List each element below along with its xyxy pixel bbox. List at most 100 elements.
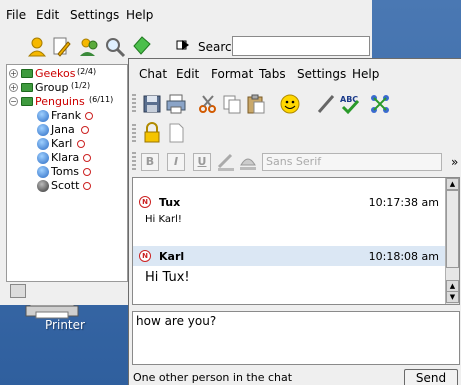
toolbar-handle[interactable] [132,94,136,114]
group-group[interactable]: + Group (1/2) [7,81,127,95]
menu-file[interactable]: File [6,8,26,22]
collapse-icon[interactable]: − [9,97,18,106]
message-input[interactable]: how are you? [132,311,460,365]
contact-karl[interactable]: Karl [7,137,127,151]
contact-avatar-icon [37,124,49,136]
status-icon [81,126,89,134]
message-sender: Tux [159,196,181,209]
underline-button[interactable]: U [193,153,211,171]
message-header: N Karl 10:18:08 am [133,246,445,266]
contact-klara[interactable]: Klara [7,151,127,165]
add-group-icon[interactable] [78,36,100,58]
chat-menubar: Chat Edit Format Tabs Settings Help [129,59,461,89]
status-icon [83,154,91,162]
bold-button[interactable]: B [141,153,159,171]
menu-tabs[interactable]: Tabs [259,67,286,81]
chat-main-toolbar: ABC [129,89,461,119]
chat-secondary-toolbar [129,119,461,147]
lock-icon[interactable] [141,122,163,144]
background-color-icon[interactable] [237,151,259,173]
copy-icon[interactable] [221,93,243,115]
message-time: 10:18:08 am [368,250,439,263]
menu-help[interactable]: Help [126,8,153,22]
status-menu-button[interactable] [10,284,26,298]
menu-edit[interactable]: Edit [36,8,59,22]
text-color-icon[interactable] [215,151,237,173]
menu-settings[interactable]: Settings [70,8,119,22]
document-icon[interactable] [165,122,187,144]
status-icon [77,140,85,148]
contact-avatar-icon [37,110,49,122]
menu-help[interactable]: Help [352,67,379,81]
network-icon[interactable] [369,93,391,115]
contact-name: Klara [51,151,80,164]
status-icon [85,112,93,120]
spellcheck-icon[interactable]: ABC [339,93,361,115]
contact-name: Frank [51,109,82,122]
contact-name: Jana [51,123,75,136]
contact-name: Toms [51,165,80,178]
gem-icon[interactable] [130,34,152,56]
contact-avatar-icon [37,166,49,178]
font-select[interactable]: Sans Serif [262,153,442,171]
message-header: N Tux 10:17:38 am [133,192,445,212]
cut-icon[interactable] [197,93,219,115]
message-text: Hi Karl! [145,214,182,225]
toolbar-handle[interactable] [132,152,136,172]
expand-icon[interactable]: + [9,69,18,78]
group-folder-icon [21,83,33,92]
group-penguins[interactable]: − Penguins (6/11) [7,95,127,109]
message-view[interactable]: N Tux 10:17:38 am Hi Karl! N Karl 10:18:… [132,177,460,305]
away-status-icon: N [139,196,151,208]
message-scrollbar[interactable]: ▲ ▲ ▼ [445,178,459,304]
contact-avatar-icon [37,152,49,164]
message-text: Hi Tux! [145,270,190,285]
contact-name: Scott [51,179,80,192]
contact-avatar-icon [37,180,49,192]
menu-format[interactable]: Format [211,67,253,81]
group-folder-icon [21,69,33,78]
status-icon [83,168,91,176]
contact-frank[interactable]: Frank [7,109,127,123]
add-contact-icon[interactable] [26,36,48,58]
menu-edit[interactable]: Edit [176,67,199,81]
message-time: 10:17:38 am [368,196,439,209]
contact-name: Karl [51,137,73,150]
group-name: Geekos [35,67,76,80]
group-folder-icon [21,97,33,106]
menu-chat[interactable]: Chat [139,67,167,81]
send-button[interactable]: Send [404,369,458,385]
printer-label[interactable]: Printer [0,318,130,332]
contact-toms[interactable]: Toms [7,165,127,179]
print-icon[interactable] [165,93,187,115]
contact-scott[interactable]: Scott [7,179,127,193]
menu-settings[interactable]: Settings [297,67,346,81]
toolbar-overflow-icon[interactable]: » [451,155,458,169]
toolbar-handle[interactable] [132,124,136,144]
group-name: Group [35,81,69,94]
status-text: One other person in the chat [133,371,293,384]
pen-icon[interactable] [315,93,337,115]
group-count: (1/2) [71,81,91,90]
scroll-thumb[interactable] [446,190,459,268]
status-icon [83,182,91,190]
contact-tree[interactable]: + Geekos (2/4) + Group (1/2) − Penguins … [6,64,128,282]
save-icon[interactable] [141,93,163,115]
search-input[interactable] [232,36,370,56]
scroll-down-arrow-icon[interactable]: ▼ [446,291,459,303]
contact-avatar-icon [37,138,49,150]
group-geekos[interactable]: + Geekos (2/4) [7,67,127,81]
group-count: (6/11) [89,95,114,104]
smiley-icon[interactable] [279,93,301,115]
scroll-up-arrow-icon[interactable]: ▲ [446,178,459,190]
message-sender: Karl [159,250,185,263]
contact-jana[interactable]: Jana [7,123,127,137]
chat-status-bar: One other person in the chat Send [129,367,461,385]
italic-button[interactable]: I [167,153,185,171]
paste-icon[interactable] [245,93,267,115]
search-icon[interactable] [104,36,126,58]
expand-icon[interactable]: + [9,83,18,92]
edit-icon[interactable] [50,36,72,58]
format-toolbar: B I U Sans Serif » [129,147,461,177]
away-status-icon: N [139,250,151,262]
